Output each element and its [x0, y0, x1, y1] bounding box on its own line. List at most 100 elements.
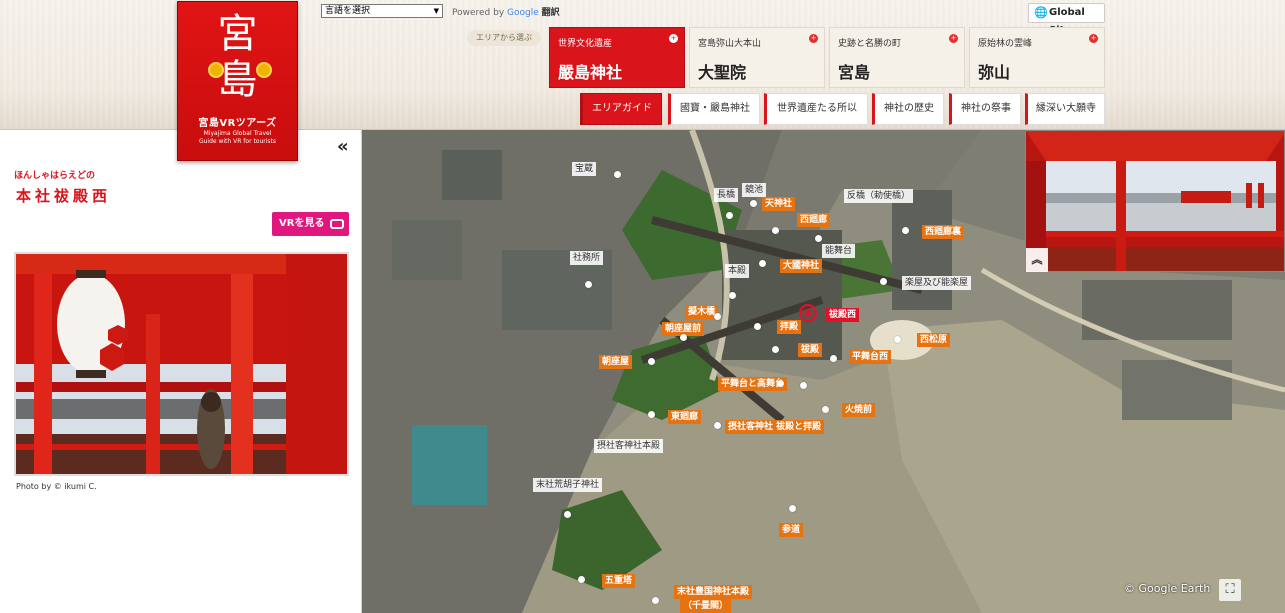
area-tab-subtitle: 史跡と名勝の町	[838, 39, 902, 49]
map-point[interactable]	[800, 382, 807, 389]
site-logo[interactable]: 宮 島 宮島VRツアーズ Miyajima Global Travel Guid…	[177, 1, 298, 161]
map-point[interactable]	[648, 358, 655, 365]
map-label-noubutai[interactable]: 能舞台	[822, 244, 856, 258]
vr-preview-thumbnail[interactable]	[1025, 130, 1285, 272]
map-label-nishikairo[interactable]: 西廻廊	[797, 213, 831, 227]
map-label-setsumarodo[interactable]: 摂社客神社 祓殿と拝殿	[725, 420, 825, 434]
view-vr-button[interactable]: VRを見る	[272, 212, 349, 236]
language-select[interactable]: 言語を選択 ▼	[321, 4, 443, 18]
map-point[interactable]	[680, 334, 687, 341]
area-tab-daishoin[interactable]: 宮島弥山大本山 大聖院 +	[689, 27, 825, 88]
logo-subtitle-line: Miyajima Global Travel	[203, 130, 272, 137]
map-label-setsumaro-honden[interactable]: 摂社客神社本殿	[594, 439, 664, 453]
powered-by-google: Powered by Google 翻訳	[452, 5, 560, 18]
logo-kanji: 島	[217, 57, 258, 103]
tab-world-heritage[interactable]: 世界遺産たる所以	[764, 93, 868, 125]
area-select-label: エリアから選ぶ	[467, 30, 541, 46]
map-point[interactable]	[772, 346, 779, 353]
map-label-tenjin[interactable]: 天神社	[762, 197, 796, 211]
preview-expand-icon[interactable]: ︽	[1026, 248, 1048, 272]
area-tab-subtitle: 宮島弥山大本山	[698, 39, 762, 49]
map-label-arebashi[interactable]: 末社荒胡子神社	[533, 478, 603, 492]
translate-text[interactable]: 翻訳	[542, 8, 560, 18]
map-label-haiden[interactable]: 拝殿	[777, 320, 802, 334]
map-label-senjokaku[interactable]: （千畳閣）	[680, 599, 732, 613]
map-label-sorihashi[interactable]: 反橋（勅使橋）	[844, 189, 914, 203]
photo-credit: Photo by © ikumi C.	[16, 482, 97, 491]
map-label-haraidono[interactable]: 祓殿	[798, 343, 823, 357]
map-point[interactable]	[564, 511, 571, 518]
area-tab-title: 弥山	[978, 63, 1011, 82]
map-label-nishimatsubara[interactable]: 西松原	[917, 333, 951, 347]
fullscreen-icon[interactable]: ⛶	[1219, 579, 1241, 601]
map-point[interactable]	[585, 281, 592, 288]
map-label-nagahashi[interactable]: 長橋	[714, 188, 739, 202]
map-label-shabousho[interactable]: 社務所	[570, 251, 604, 265]
map-label-asazaya[interactable]: 朝座屋	[599, 355, 633, 369]
map-point[interactable]	[902, 227, 909, 234]
tab-area-guide[interactable]: エリアガイド	[580, 93, 662, 125]
map-point[interactable]	[772, 227, 779, 234]
area-tab-itsukushima[interactable]: 世界文化遺産 嚴島神社 +	[549, 27, 685, 88]
map-point[interactable]	[777, 380, 784, 387]
area-tab-title: 宮島	[838, 63, 871, 82]
map-point[interactable]	[652, 597, 659, 604]
map-label-houmotsu[interactable]: 宝蔵	[572, 162, 597, 176]
spot-photo-illustration	[16, 254, 347, 474]
map-point[interactable]	[894, 336, 901, 343]
spot-photo[interactable]	[14, 252, 349, 476]
map-label-gakuya[interactable]: 楽屋及び能楽屋	[902, 276, 972, 290]
map-label-hirabutai-nishi[interactable]: 平舞台西	[849, 350, 892, 364]
logo-subtitle: Miyajima Global Travel Guide with VR for…	[178, 130, 297, 146]
google-text: Google	[507, 8, 539, 18]
map-point[interactable]	[750, 200, 757, 207]
copyright-symbol: ©	[1124, 582, 1135, 595]
tab-daiganji[interactable]: 縁深い大願寺	[1025, 93, 1105, 125]
map-label-nishikairo-ura[interactable]: 西廻廊裏	[922, 225, 965, 239]
tab-shrine-history[interactable]: 神社の歴史	[872, 93, 944, 125]
area-tab-miyajima[interactable]: 史跡と名勝の町 宮島 +	[829, 27, 965, 88]
map-label-higashikairo[interactable]: 東廻廊	[668, 410, 702, 424]
map-label-hitakisaki[interactable]: 火焼前	[842, 403, 876, 417]
map-label-daikoku[interactable]: 大國神社	[780, 259, 823, 273]
vr-goggle-icon	[330, 219, 344, 229]
plus-icon: +	[1089, 34, 1098, 43]
tab-national-treasure[interactable]: 國寶・嚴島神社	[668, 93, 760, 125]
area-tab-subtitle: 原始林の霊峰	[978, 39, 1033, 49]
map-point[interactable]	[714, 422, 721, 429]
map-label-honden[interactable]: 本殿	[725, 264, 750, 278]
map-label-sando[interactable]: 参道	[779, 523, 804, 537]
plus-icon: +	[809, 34, 818, 43]
map-point[interactable]	[830, 355, 837, 362]
map-label-kagami[interactable]: 鏡池	[742, 183, 767, 197]
map-point[interactable]	[815, 235, 822, 242]
map-point[interactable]	[759, 260, 766, 267]
map-point[interactable]	[648, 411, 655, 418]
map-point[interactable]	[578, 576, 585, 583]
plus-icon: +	[669, 34, 678, 43]
logo-subtitle-line: Guide with VR for tourists	[198, 138, 277, 145]
map-label-hokoku[interactable]: 末社豊国神社本殿	[674, 585, 753, 599]
chevron-down-icon: ▼	[433, 7, 439, 15]
map-point[interactable]	[729, 292, 736, 299]
map-point[interactable]	[822, 406, 829, 413]
map-point[interactable]	[754, 323, 761, 330]
vr-preview-image	[1026, 131, 1284, 271]
spot-title: 本社祓殿西	[16, 187, 112, 205]
map-point[interactable]	[726, 212, 733, 219]
map-label-gojunoto[interactable]: 五重塔	[602, 574, 636, 588]
plus-icon: +	[949, 34, 958, 43]
map-point[interactable]	[789, 505, 796, 512]
flower-icon	[256, 62, 272, 78]
view-vr-label: VRを見る	[279, 218, 325, 229]
global-site-button[interactable]: 🌐 Global Site	[1028, 3, 1105, 36]
powered-by-text: Powered by	[452, 8, 505, 18]
map-point[interactable]	[614, 171, 621, 178]
map-point[interactable]	[880, 278, 887, 285]
area-tab-misen[interactable]: 原始林の霊峰 弥山 +	[969, 27, 1105, 88]
map-label-haraidono-nishi[interactable]: 祓殿西	[826, 308, 860, 322]
collapse-panel-icon[interactable]: «	[337, 136, 349, 157]
current-location-marker[interactable]	[799, 304, 817, 322]
map-point[interactable]	[714, 313, 721, 320]
tab-shrine-festivals[interactable]: 神社の祭事	[949, 93, 1021, 125]
